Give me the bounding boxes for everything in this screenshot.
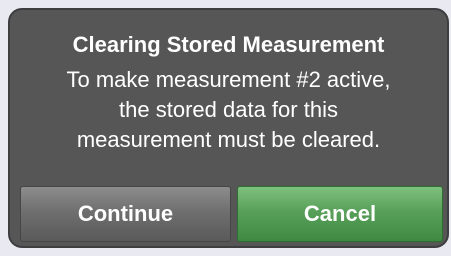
dialog-title: Clearing Stored Measurement [72,32,385,57]
clear-measurement-dialog: Clearing Stored Measurement To make meas… [8,8,449,248]
continue-button[interactable]: Continue [20,186,231,242]
message-line-3: measurement must be cleared. [76,127,381,152]
dialog-message: To make measurement #2 active, the store… [20,65,437,155]
cancel-button[interactable]: Cancel [237,186,443,242]
message-line-2: the stored data for this [119,97,338,122]
message-line-1: To make measurement #2 active, [66,67,391,92]
